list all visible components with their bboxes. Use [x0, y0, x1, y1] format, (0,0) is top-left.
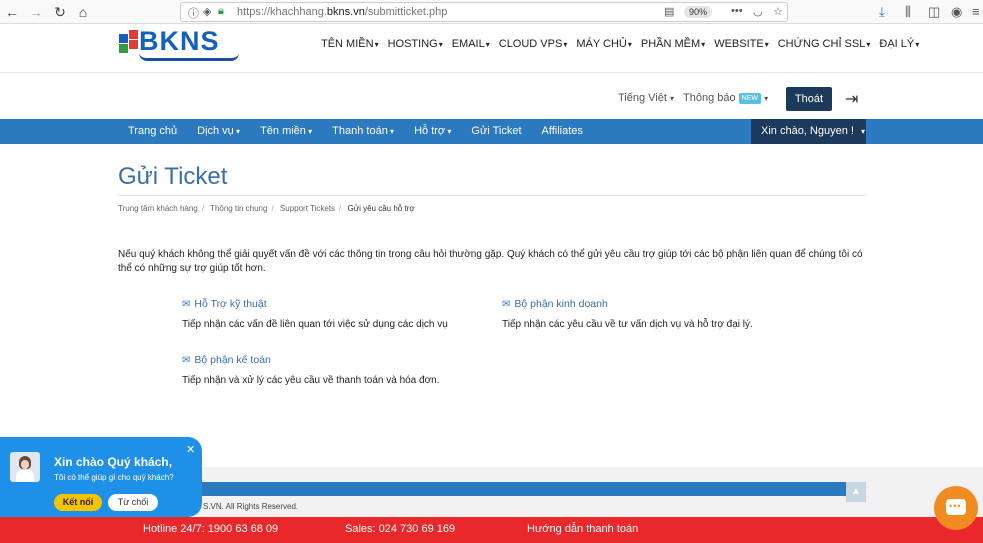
menu-item-email[interactable]: EMAIL	[452, 38, 490, 50]
chat-connect-button[interactable]: Kết nối	[54, 494, 102, 511]
nav-item-services[interactable]: Dịch vụ	[197, 125, 240, 137]
logo-square-blue	[119, 34, 128, 43]
chat-dots-icon: •••	[949, 501, 962, 511]
greeting-label: Xin chào, Nguyen !	[761, 125, 854, 137]
chat-decline-button[interactable]: Từ chối	[108, 494, 158, 511]
chat-greeting-subtitle: Tôi có thể giúp gì cho quý khách?	[54, 473, 174, 482]
nav-item-submit-ticket[interactable]: Gửi Ticket	[471, 125, 521, 137]
dept-sales-name: Bộ phận kinh doanh	[514, 298, 608, 310]
chevron-down-icon: ▾	[669, 94, 674, 103]
chat-launcher-button[interactable]: •••	[934, 486, 978, 530]
copyright-text: S.VN. All Rights Reserved.	[203, 502, 299, 511]
account-icon[interactable]: ◉	[951, 4, 962, 20]
more-actions-icon[interactable]: •••	[731, 5, 743, 17]
home-icon[interactable]: ⌂	[73, 3, 93, 21]
menu-item-website[interactable]: WEBSITE	[714, 38, 769, 50]
page-title: Gửi Ticket	[118, 163, 228, 190]
pocket-icon[interactable]: ◡	[753, 5, 763, 18]
sales-link[interactable]: Sales: 024 730 69 169	[345, 523, 455, 535]
logo-square-red	[129, 30, 138, 39]
agent-avatar	[10, 452, 40, 482]
dept-sales-link[interactable]: ✉ Bộ phận kinh doanh	[502, 298, 608, 310]
chat-greeting-title: Xin chào Quý khách,	[54, 455, 173, 469]
reload-icon[interactable]: ↻	[50, 3, 70, 21]
library-icon[interactable]: ⫼	[905, 4, 911, 20]
dept-technical-link[interactable]: ✉ Hỗ Trợ kỹ thuật	[182, 298, 267, 310]
shield-icon[interactable]: ◈	[203, 5, 211, 18]
logo-square-red-2	[129, 40, 138, 49]
nav-item-affiliates[interactable]: Affiliates	[542, 125, 583, 137]
breadcrumb: Trung tâm khách hàng / Thông tin chung / S…	[118, 204, 415, 213]
header-divider	[0, 72, 983, 73]
nav-item-support[interactable]: Hỗ trợ	[414, 125, 451, 137]
back-arrow-icon[interactable]: ←	[2, 3, 22, 21]
breadcrumb-current: Gửi yêu cầu hỗ trợ	[347, 204, 415, 213]
nav-items: Trang chủ Dịch vụ Tên miền Thanh toán Hỗ…	[128, 125, 583, 137]
menu-item-phan-mem[interactable]: PHẦN MỀM	[641, 38, 705, 50]
main-menu: TÊN MIỀN HOSTING EMAIL CLOUD VPS MÁY CHỦ…	[321, 38, 919, 50]
forward-arrow-icon[interactable]: →	[26, 3, 46, 21]
hotline-link[interactable]: Hotline 24/7: 1900 63 68 09	[143, 523, 278, 535]
language-selector[interactable]: Tiếng Việt ▾	[618, 92, 674, 104]
footer-bar	[117, 482, 866, 496]
bkns-logo[interactable]: BKNS	[117, 26, 245, 64]
url-domain: bkns.vn	[326, 6, 365, 18]
url-prefix: https://khachhang.	[237, 6, 327, 18]
sign-out-icon[interactable]: ⇥	[845, 89, 858, 109]
scroll-to-top-button[interactable]: ▲	[846, 482, 866, 502]
notifications-dropdown[interactable]: Thông báo NEW ▾	[683, 92, 768, 104]
info-icon[interactable]: ⓘ	[188, 5, 199, 21]
menu-item-ssl[interactable]: CHỨNG CHỈ SSL	[778, 38, 871, 50]
url-text: https://khachhang.bkns.vn/submitticket.p…	[237, 6, 447, 18]
menu-item-cloud-vps[interactable]: CLOUD VPS	[499, 38, 568, 50]
user-greeting-dropdown[interactable]: Xin chào, Nguyen ! ▾	[751, 119, 866, 144]
reader-view-icon[interactable]: ▤	[664, 5, 674, 18]
menu-item-hosting[interactable]: HOSTING	[388, 38, 443, 50]
new-badge: NEW	[738, 92, 762, 104]
envelope-icon: ✉	[502, 299, 511, 310]
browser-toolbar: ← → ↻ ⌂ ⓘ ◈ 🔒︎ https://khachhang.bkns.vn…	[0, 0, 983, 24]
secondary-nav: Trang chủ Dịch vụ Tên miền Thanh toán Hỗ…	[0, 119, 983, 144]
language-label: Tiếng Việt	[618, 92, 667, 104]
menu-item-dai-ly[interactable]: ĐẠI LÝ	[879, 38, 919, 50]
breadcrumb-item[interactable]: Thông tin chung	[210, 204, 267, 213]
download-icon[interactable]: ⤓	[879, 4, 885, 20]
dept-sales-desc: Tiếp nhận các yêu cầu về tư vấn dịch vụ …	[502, 319, 753, 330]
payment-guide-link[interactable]: Hướng dẫn thanh toán	[527, 523, 638, 535]
logo-swoosh	[139, 53, 239, 61]
chevron-down-icon: ▾	[764, 94, 769, 103]
nav-item-home[interactable]: Trang chủ	[128, 125, 177, 137]
title-divider	[118, 195, 866, 196]
dept-accounting-name: Bộ phận kế toán	[194, 354, 271, 366]
notifications-label: Thông báo	[683, 92, 736, 104]
menu-item-ten-mien[interactable]: TÊN MIỀN	[321, 38, 379, 50]
envelope-icon: ✉	[182, 299, 191, 310]
menu-item-may-chu[interactable]: MÁY CHỦ	[576, 38, 632, 50]
sidebar-icon[interactable]: ◫	[928, 4, 940, 20]
chevron-down-icon: ▾	[861, 127, 866, 136]
dept-accounting-desc: Tiếp nhận và xử lý các yêu cầu về thanh …	[182, 375, 440, 386]
logout-button[interactable]: Thoát	[786, 87, 832, 111]
menu-icon[interactable]: ≡	[972, 4, 980, 19]
intro-text: Nếu quý khách không thể giải quyết vấn đ…	[118, 249, 863, 274]
breadcrumb-item[interactable]: Trung tâm khách hàng	[118, 204, 198, 213]
close-icon[interactable]: ✕	[186, 443, 195, 456]
chat-popup: Xin chào Quý khách, Tôi có thể giúp gì c…	[0, 437, 202, 517]
url-bar[interactable]: ⓘ ◈ 🔒︎ https://khachhang.bkns.vn/submitt…	[180, 2, 788, 22]
lock-icon[interactable]: 🔒︎	[218, 5, 224, 18]
bookmark-star-icon[interactable]: ☆	[773, 5, 783, 18]
envelope-icon: ✉	[182, 355, 191, 366]
dept-technical-desc: Tiếp nhận các vấn đề liên quan tới việc …	[182, 319, 448, 330]
breadcrumb-item[interactable]: Support Tickets	[280, 204, 335, 213]
dept-technical-name: Hỗ Trợ kỹ thuật	[194, 298, 267, 310]
zoom-level-badge[interactable]: 90%	[684, 6, 713, 18]
nav-item-billing[interactable]: Thanh toán	[332, 125, 394, 137]
url-suffix: /submitticket.php	[364, 6, 448, 18]
nav-item-domains[interactable]: Tên miền	[260, 125, 312, 137]
dept-accounting-link[interactable]: ✉ Bộ phận kế toán	[182, 354, 271, 366]
logo-square-green	[119, 44, 128, 53]
